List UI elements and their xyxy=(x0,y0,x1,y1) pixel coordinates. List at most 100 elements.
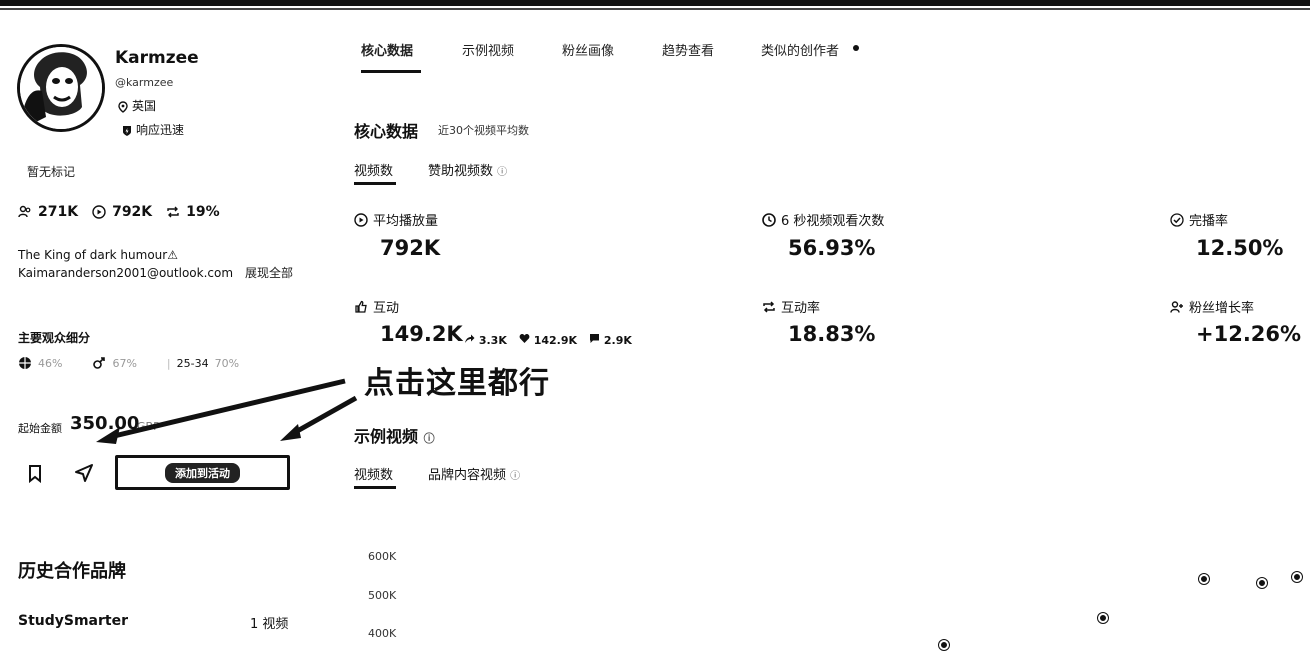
audience-title: 主要观众细分 xyxy=(18,331,91,345)
profile-region: 英国 xyxy=(117,97,156,114)
top-border-line xyxy=(0,8,1310,10)
response-text: 响应迅速 xyxy=(136,123,185,137)
tab-core-data[interactable]: 核心数据 xyxy=(361,40,413,59)
profile-handle: @karmzee xyxy=(115,76,174,89)
tab-example-videos[interactable]: 示例视频 xyxy=(462,40,514,59)
core-section-subtitle: 近30个视频平均数 xyxy=(438,124,529,137)
metric-label-text: 互动 xyxy=(373,301,400,316)
add-to-campaign-label: 添加到活动 xyxy=(165,462,240,483)
shares-value: 3.3K xyxy=(478,334,507,347)
share-icon xyxy=(465,334,475,343)
show-all-link[interactable]: 展现全部 xyxy=(245,266,293,280)
male-icon xyxy=(93,357,106,369)
subtab-videos[interactable]: 视频数 xyxy=(354,160,393,179)
examples-title-text: 示例视频 xyxy=(354,427,419,446)
info-icon[interactable]: ⓘ xyxy=(497,167,507,178)
metric-engagement-rate-value: 18.83% xyxy=(788,322,876,346)
profile-stats: 271K 792K 19% xyxy=(18,204,220,220)
response-badge: 响应迅速 xyxy=(121,121,184,138)
play-circle-icon xyxy=(92,205,106,219)
followers-icon xyxy=(18,205,31,218)
examples-subtab-underline xyxy=(354,486,396,489)
bio-email: Kaimaranderson2001@outlook.com xyxy=(18,266,234,280)
info-icon[interactable]: ⓘ xyxy=(424,432,435,445)
followers-value: 271K xyxy=(38,204,79,220)
audience-row: 46% 67% | 25-34 70% xyxy=(18,356,239,370)
audience-age-pct: 70% xyxy=(214,356,240,370)
examples-subtab-brand[interactable]: 品牌内容视频 ⓘ xyxy=(428,464,520,483)
metric-completion-label: 完播率 xyxy=(1170,210,1228,229)
profile-name: Karmzee xyxy=(115,48,199,68)
comments-count: 2.9K xyxy=(589,333,632,347)
bio-email-row: Kaimaranderson2001@outlook.com 展现全部 xyxy=(18,264,318,282)
price-label: 起始金额 xyxy=(18,422,62,435)
globe-icon xyxy=(19,357,31,369)
metric-avg-views-value: 792K xyxy=(380,236,441,260)
active-tab-underline xyxy=(361,70,421,73)
metric-6s-views-value: 56.93% xyxy=(788,236,876,260)
add-to-campaign-button[interactable]: 添加到活动 xyxy=(115,455,290,490)
audience-region-pct: 46% xyxy=(38,356,63,370)
annotation-arrowhead-right xyxy=(280,424,301,441)
region-text: 英国 xyxy=(132,99,157,113)
tag-status: 暂无标记 xyxy=(27,165,76,179)
core-section-title: 核心数据 xyxy=(354,122,419,141)
chart-point[interactable] xyxy=(1098,612,1108,623)
avatar-image xyxy=(20,47,102,129)
avatar[interactable] xyxy=(17,44,105,132)
examples-subtab-videos[interactable]: 视频数 xyxy=(354,464,393,483)
shares-count: 3.3K xyxy=(464,333,507,347)
lightning-shield-icon xyxy=(123,125,131,136)
chart-point[interactable] xyxy=(1292,572,1302,583)
metric-label-text: 完播率 xyxy=(1189,214,1229,229)
views-value: 792K xyxy=(112,204,153,220)
location-pin-icon xyxy=(118,100,128,113)
repeat-icon xyxy=(167,206,179,218)
metric-interactions-label: 互动 xyxy=(354,297,399,316)
metric-avg-views-label: 平均播放量 xyxy=(354,210,438,229)
y-tick-label: 500K xyxy=(368,589,397,602)
likes-count: 142.9K xyxy=(519,333,577,347)
tab-fan-profile[interactable]: 粉丝画像 xyxy=(562,40,614,59)
user-plus-icon xyxy=(1170,300,1183,313)
top-border xyxy=(0,0,1310,6)
likes-value: 142.9K xyxy=(533,334,578,347)
views-stat: 792K xyxy=(92,204,152,220)
chart-point[interactable] xyxy=(1257,577,1267,588)
subtab-sponsored[interactable]: 赞助视频数 ⓘ xyxy=(428,160,507,179)
metric-label-text: 粉丝增长率 xyxy=(1189,301,1255,316)
metric-label-text: 6 秒视频观看次数 xyxy=(781,214,885,229)
tab-trends[interactable]: 趋势查看 xyxy=(662,40,714,59)
info-icon[interactable]: ⓘ xyxy=(510,471,520,482)
subtab-sponsored-label: 赞助视频数 xyxy=(428,164,494,179)
repeat-icon xyxy=(763,300,775,313)
audience-gender: 67% xyxy=(92,356,137,370)
play-icon xyxy=(354,212,368,227)
brand-name[interactable]: StudySmarter xyxy=(18,613,128,629)
metric-label-text: 平均播放量 xyxy=(373,214,439,229)
chart-point[interactable] xyxy=(1199,574,1209,585)
brand-video-count: 1 视频 xyxy=(250,617,289,632)
like-icon xyxy=(355,300,367,313)
subtab-active-underline xyxy=(354,182,396,185)
audience-age-range: 25-34 xyxy=(176,356,209,370)
bookmark-icon[interactable] xyxy=(28,465,42,483)
annotation-arrow-right xyxy=(290,395,358,437)
price-amount: 350.00 xyxy=(70,413,140,434)
send-icon[interactable] xyxy=(73,461,95,483)
tab-similar-creators[interactable]: 类似的创作者 xyxy=(761,40,839,59)
metric-follower-growth-value: +12.26% xyxy=(1196,322,1302,346)
audience-age: | 25-34 70% xyxy=(167,357,239,370)
profile-bio: The King of dark humour⚠ Kaimaranderson2… xyxy=(18,246,318,282)
followers-stat: 271K xyxy=(18,204,78,220)
metric-interactions-value: 149.2K xyxy=(380,322,463,346)
metric-completion-value: 12.50% xyxy=(1196,236,1284,260)
rate-stat: 19% xyxy=(166,204,220,220)
chart-point[interactable] xyxy=(939,639,949,650)
metric-label-text: 互动率 xyxy=(781,301,821,316)
history-title: 历史合作品牌 xyxy=(18,561,126,582)
check-circle-icon xyxy=(1170,212,1184,227)
annotation-text: 点击这里都行 xyxy=(364,366,550,401)
metric-6s-views-label: 6 秒视频观看次数 xyxy=(762,210,884,229)
audience-gender-pct: 67% xyxy=(112,356,137,370)
